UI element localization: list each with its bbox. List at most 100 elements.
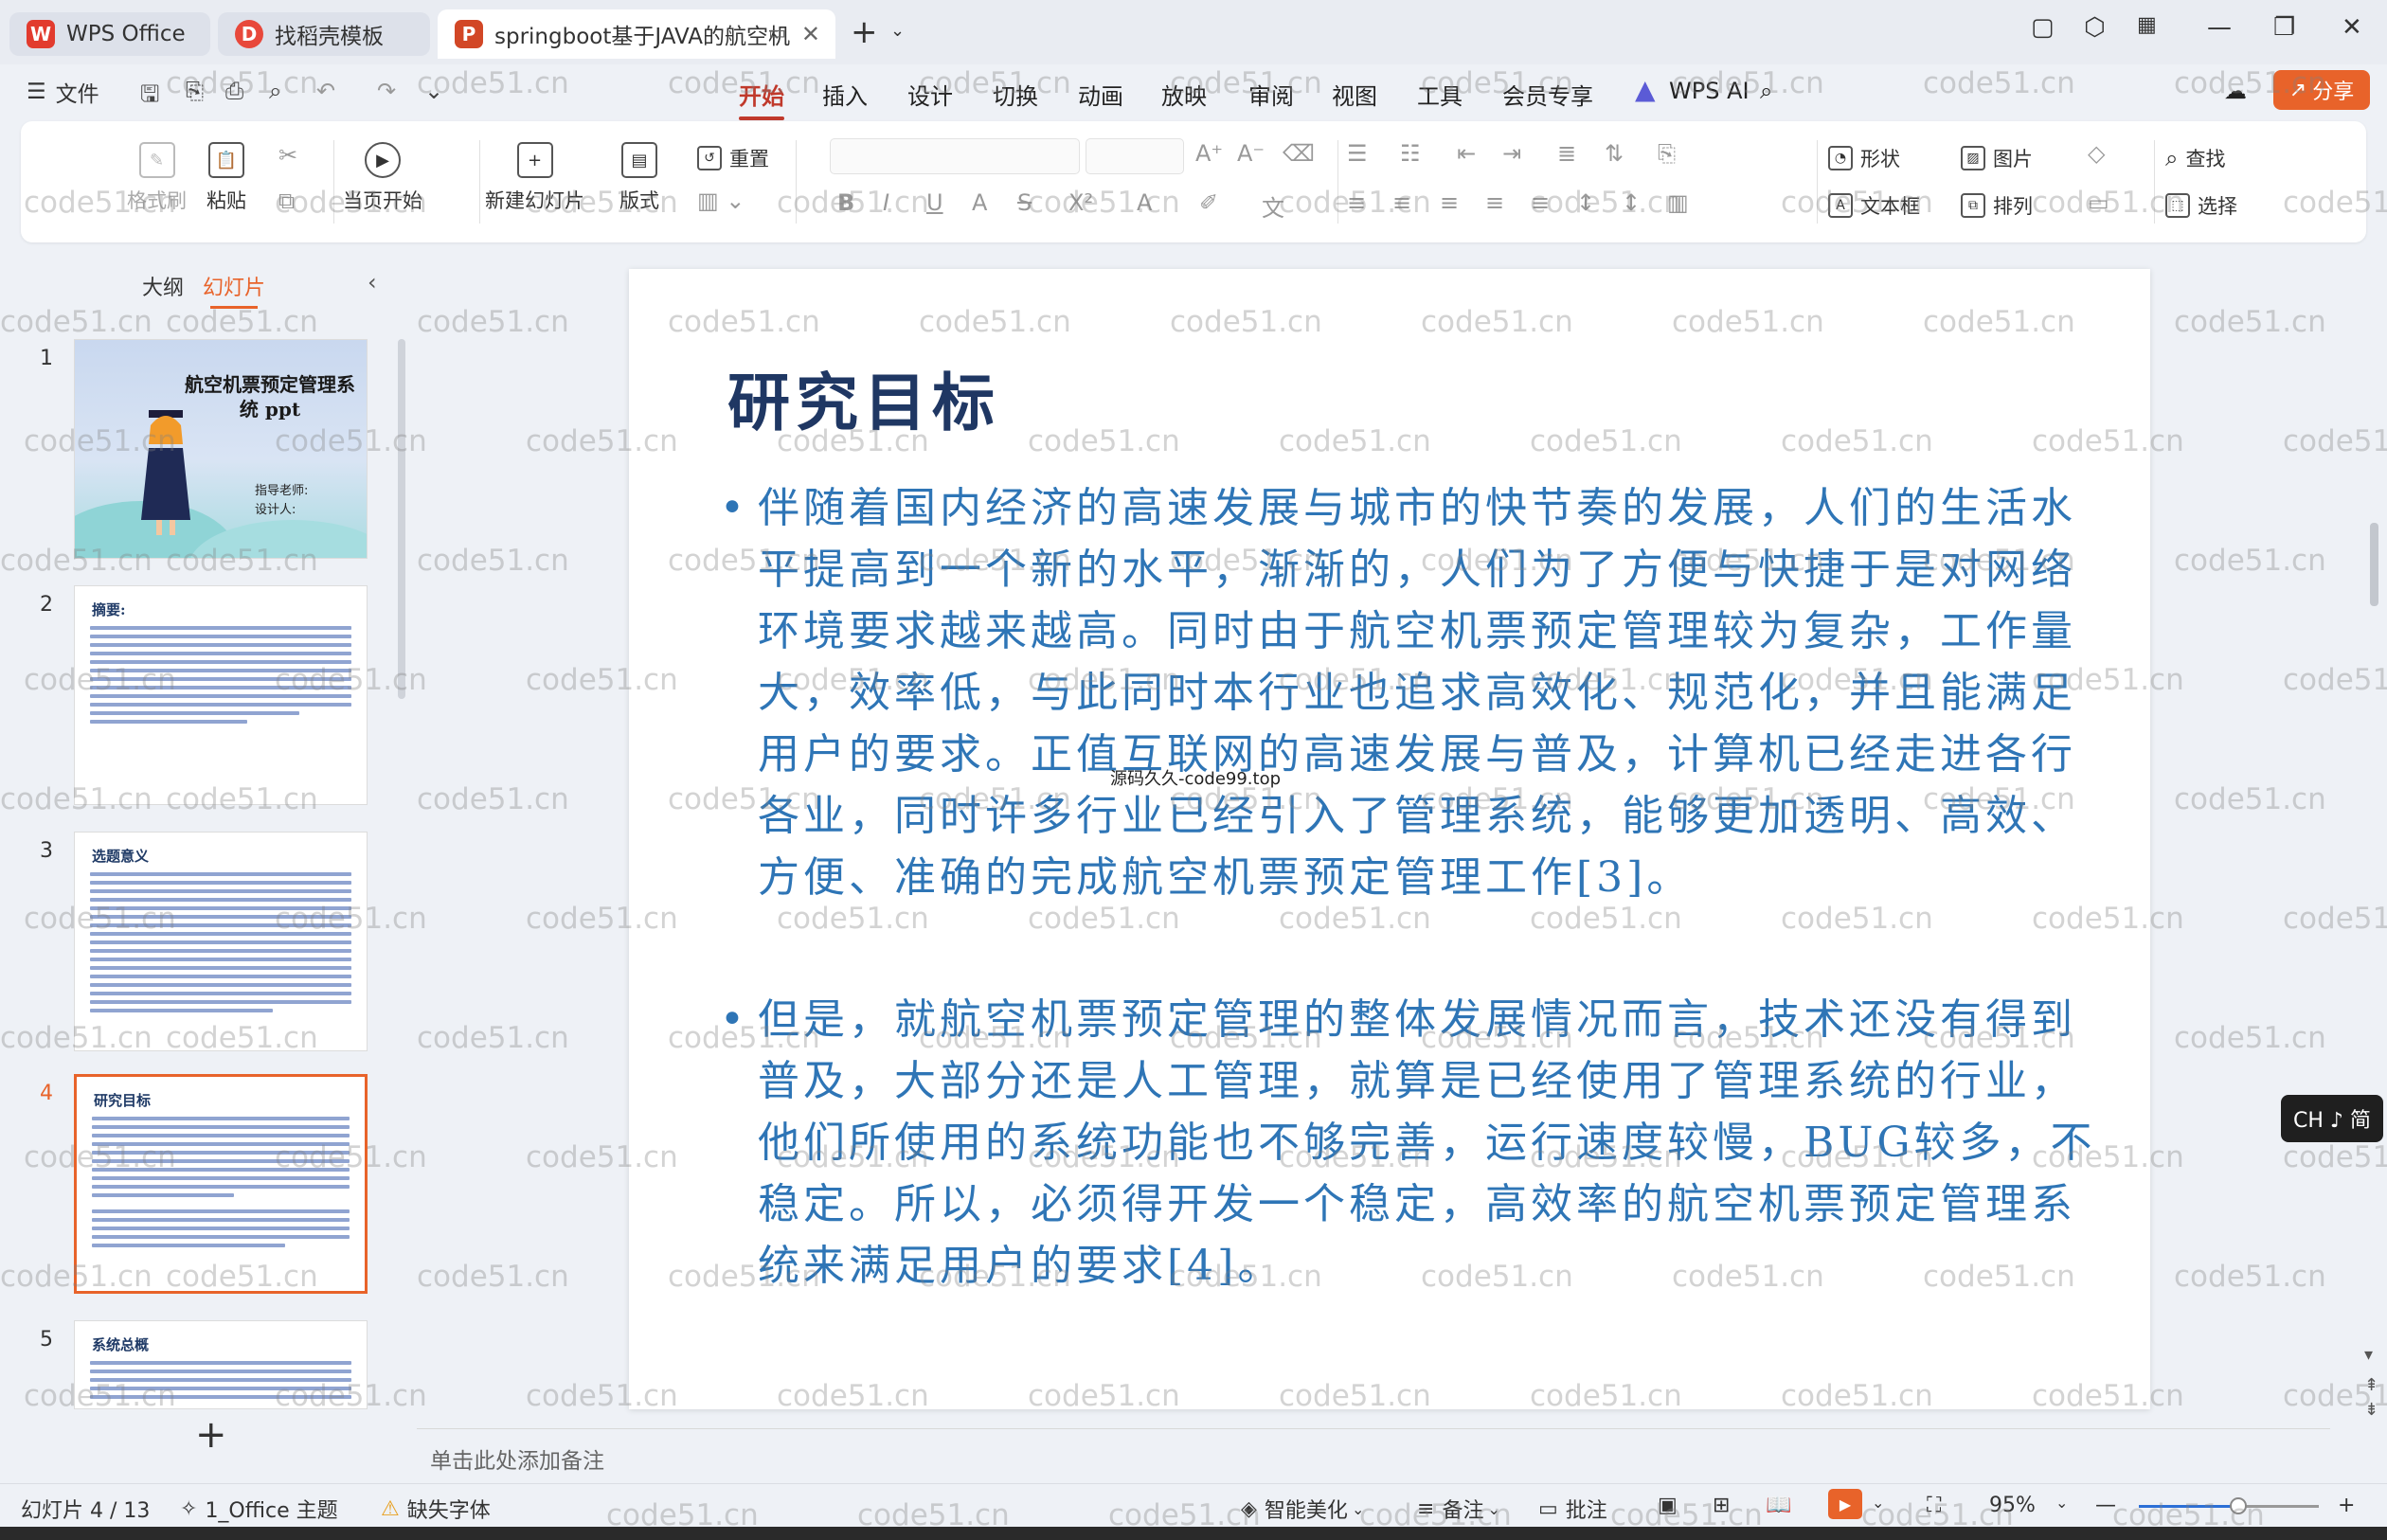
tab-tools[interactable]: 工具	[1417, 78, 1463, 111]
slide-thumbnail-5[interactable]: 系统总概	[74, 1320, 368, 1409]
save-icon[interactable]: 🖫	[140, 78, 159, 116]
align-center-icon[interactable]: ≡	[1392, 189, 1411, 216]
panel-scrollbar[interactable]	[398, 339, 405, 699]
slideshow-play-button[interactable]: ▶	[1828, 1489, 1862, 1519]
slide-thumbnail-1[interactable]: 航空机票预定管理系统 ppt 指导老师: 设计人:	[74, 339, 368, 559]
tab-home[interactable]: 开始	[739, 78, 784, 120]
zoom-out-icon[interactable]: —	[2095, 1494, 2116, 1517]
tab-slideshow[interactable]: 放映	[1161, 78, 1207, 111]
section-icon[interactable]: ▥ ⌄	[697, 188, 745, 214]
numbered-list-icon[interactable]: ☷	[1400, 140, 1421, 167]
shape-button[interactable]: ◔ 形状	[1828, 144, 1900, 172]
underline-icon[interactable]: U	[926, 189, 943, 216]
search-icon[interactable]: ⌕	[1760, 78, 1772, 104]
next-slide-icon[interactable]: ⇟	[2364, 1400, 2378, 1420]
align-left-icon[interactable]: ≡	[1347, 189, 1366, 216]
bullet-paragraph-1[interactable]: • 伴随着国内经济的高速发展与城市的快节奏的发展，人们的生活水平提高到一个新的水…	[720, 477, 2103, 908]
tab-review[interactable]: 审阅	[1248, 78, 1294, 111]
new-tab-icon[interactable]: +	[851, 13, 878, 51]
undo-icon[interactable]: ↶	[316, 78, 335, 104]
text-shadow-icon[interactable]: A	[972, 189, 987, 216]
align-right-icon[interactable]: ≡	[1440, 189, 1459, 216]
font-family-select[interactable]	[830, 138, 1080, 174]
print-preview-icon[interactable]: ⌕	[269, 78, 281, 104]
italic-icon[interactable]: I	[883, 189, 889, 216]
justify-icon[interactable]: ≡	[1485, 189, 1504, 216]
find-button[interactable]: ⌕ 查找	[2165, 144, 2225, 172]
zoom-in-icon[interactable]: +	[2338, 1494, 2355, 1517]
line-spacing-icon[interactable]: ↕	[1576, 189, 1595, 216]
columns-icon[interactable]: ▥	[1667, 189, 1689, 216]
scroll-down-icon[interactable]: ▾	[2364, 1345, 2373, 1365]
file-menu[interactable]: ☰ 文件	[27, 76, 99, 108]
close-tab-icon[interactable]: ✕	[801, 21, 820, 47]
tab-outline[interactable]: 大纲	[142, 271, 184, 301]
tab-docer-templates[interactable]: D 找稻壳模板	[218, 12, 430, 56]
tab-member[interactable]: 会员专享	[1502, 78, 1593, 111]
print-icon[interactable]: ⎙	[225, 78, 243, 104]
picture-button[interactable]: ▨ 图片	[1961, 144, 2033, 172]
phonetic-icon[interactable]: 文	[1262, 189, 1284, 223]
tab-design[interactable]: 设计	[907, 78, 953, 111]
comments-button[interactable]: ▭ 批注	[1538, 1494, 1607, 1524]
slide-title[interactable]: 研究目标	[727, 352, 1000, 443]
close-window-icon[interactable]: ✕	[2342, 13, 2362, 42]
zoom-slider[interactable]	[2139, 1497, 2319, 1514]
decrease-indent-icon[interactable]: ⇤	[1457, 140, 1476, 167]
prev-slide-icon[interactable]: ⇞	[2364, 1375, 2378, 1395]
canvas-scrollbar[interactable]	[2370, 523, 2378, 606]
slide-thumbnail-2[interactable]: 摘要:	[74, 585, 368, 805]
paste-button[interactable]: 📋 粘贴	[206, 142, 246, 214]
decrease-font-icon[interactable]: A⁻	[1237, 140, 1265, 167]
sort-icon[interactable]: ⇅	[1605, 140, 1624, 167]
cube-icon[interactable]: ⬡	[2084, 13, 2106, 42]
paragraph-spacing-icon[interactable]: ↕	[1622, 189, 1641, 216]
superscript-icon[interactable]: X²	[1068, 189, 1093, 216]
tab-transition[interactable]: 切换	[993, 78, 1038, 111]
tab-view[interactable]: 视图	[1332, 78, 1377, 111]
format-painter-button[interactable]: ✎ 格式刷	[127, 142, 187, 214]
play-current-button[interactable]: ▶ 当页开始	[343, 142, 422, 214]
text-direction-icon[interactable]: ≣	[1557, 140, 1576, 167]
export-icon[interactable]: ⎘	[186, 78, 204, 104]
missing-font-indicator[interactable]: ⚠ 缺失字体	[381, 1494, 491, 1524]
distribute-icon[interactable]: ≡	[1531, 189, 1550, 216]
reading-view-icon[interactable]: 📖	[1766, 1494, 1791, 1517]
minimize-icon[interactable]: —	[2207, 13, 2232, 42]
outline-icon[interactable]: ▭	[2088, 189, 2109, 216]
chevron-down-icon[interactable]: ⌄	[424, 78, 443, 104]
notes-toggle-button[interactable]: ≡ 备注 ⌄	[1417, 1494, 1500, 1524]
cloud-icon[interactable]: ☁	[2224, 78, 2247, 104]
tab-current-document[interactable]: P springboot基于JAVA的航空机 ▭ ✕	[438, 9, 835, 59]
zoom-level[interactable]: 95%	[1989, 1494, 2036, 1517]
monitor-icon[interactable]: ▭	[768, 21, 786, 44]
tab-wps-office[interactable]: W WPS Office	[9, 12, 210, 56]
slide-canvas[interactable]: 研究目标 • 伴随着国内经济的高速发展与城市的快节奏的发展，人们的生活水平提高到…	[629, 269, 2150, 1409]
fill-color-icon[interactable]: ◇	[2088, 140, 2105, 167]
bold-icon[interactable]: B	[837, 189, 854, 216]
font-size-select[interactable]	[1086, 138, 1184, 174]
tab-slides[interactable]: 幻灯片	[203, 271, 265, 309]
restore-icon[interactable]: ❐	[2273, 13, 2295, 42]
increase-indent-icon[interactable]: ⇥	[1502, 140, 1521, 167]
tab-animation[interactable]: 动画	[1078, 78, 1123, 111]
add-slide-icon[interactable]: +	[195, 1413, 227, 1457]
chevron-down-icon[interactable]: ⌄	[890, 21, 905, 41]
cut-icon[interactable]: ✂	[278, 142, 297, 169]
collapse-panel-icon[interactable]: ‹	[368, 269, 377, 295]
strikethrough-icon[interactable]: S	[1017, 189, 1032, 216]
bullet-list-icon[interactable]: ☰	[1347, 140, 1368, 167]
chevron-down-icon[interactable]: ⌄	[1872, 1494, 1884, 1512]
slide-thumbnail-4[interactable]: 研究目标	[74, 1074, 368, 1294]
reset-button[interactable]: ↺ 重置	[697, 144, 769, 172]
notes-area[interactable]: 单击此处添加备注	[417, 1428, 2330, 1483]
layout-button[interactable]: ▤ 版式	[619, 142, 659, 214]
chevron-down-icon[interactable]: ⌄	[2055, 1494, 2068, 1512]
select-button[interactable]: ⬚ 选择	[2165, 191, 2237, 220]
bullet-paragraph-2[interactable]: • 但是，就航空机票预定管理的整体发展情况而言，技术还没有得到普及，大部分还是人…	[720, 989, 2103, 1297]
theme-indicator[interactable]: ✧ 1_Office 主题	[180, 1494, 338, 1524]
ime-indicator[interactable]: CH ♪ 简	[2281, 1095, 2383, 1142]
share-button[interactable]: ↗ 分享	[2273, 70, 2370, 110]
convert-icon[interactable]: ⎘	[1658, 140, 1676, 167]
avatar[interactable]: ▦	[2137, 13, 2157, 37]
